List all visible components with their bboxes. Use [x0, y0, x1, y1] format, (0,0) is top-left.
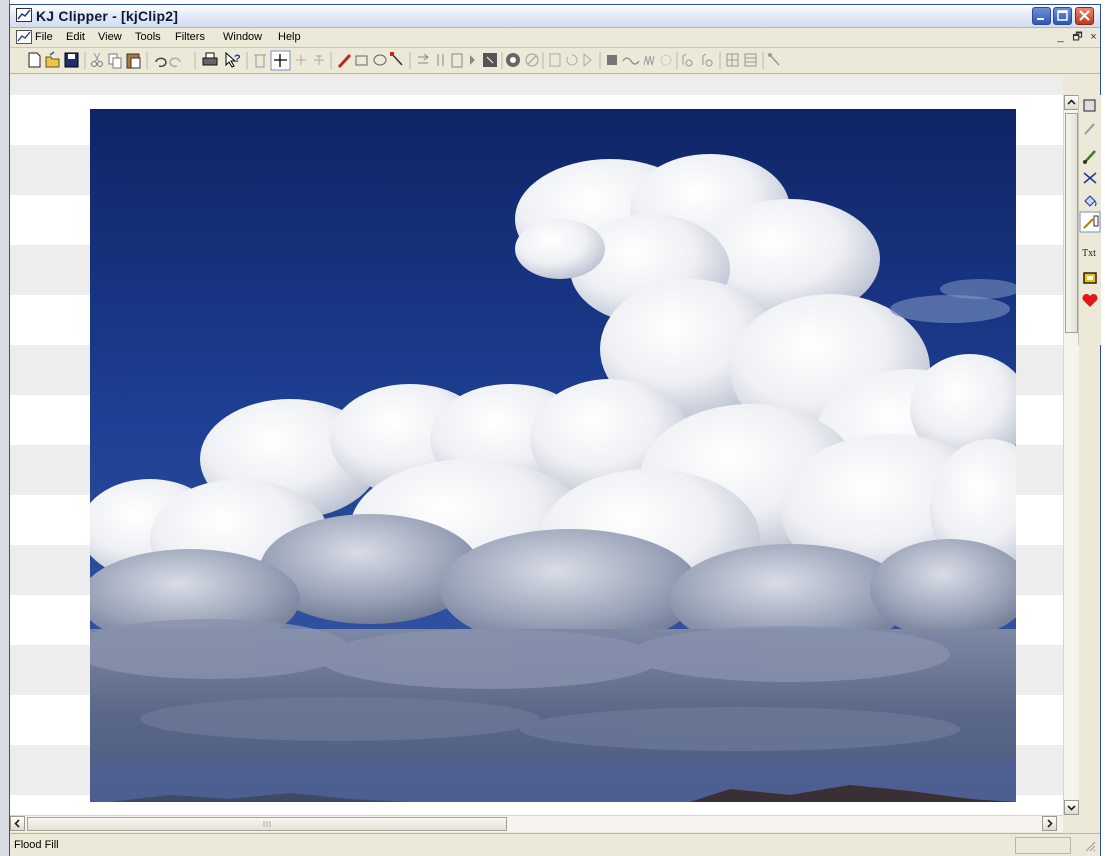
move-icon[interactable]	[270, 50, 291, 71]
cloud-photo[interactable]	[90, 109, 1016, 802]
svg-text:?: ?	[234, 53, 241, 65]
redo-icon[interactable]	[169, 57, 181, 68]
text-tool-label: Txt	[1082, 248, 1096, 259]
minimize-button[interactable]	[1032, 7, 1051, 25]
scroll-left-button[interactable]	[10, 816, 25, 831]
grid-icon[interactable]	[726, 53, 739, 67]
toolbar: ?	[10, 48, 1100, 74]
menu-file[interactable]: File	[35, 31, 53, 43]
open-icon[interactable]	[45, 51, 60, 68]
pencil-icon[interactable]	[337, 53, 352, 69]
crop-icon[interactable]	[483, 53, 497, 67]
align-icon[interactable]	[296, 55, 306, 65]
align-center-icon[interactable]	[314, 55, 324, 65]
save-icon[interactable]	[64, 52, 79, 68]
tool-palette: Txt	[1078, 95, 1101, 345]
menu-help[interactable]: Help	[278, 31, 301, 43]
flood-fill-icon[interactable]	[1079, 189, 1101, 211]
wave-icon[interactable]	[622, 57, 640, 65]
cut-icon[interactable]	[91, 52, 103, 67]
toolbar-icons: ?	[28, 50, 780, 71]
chevron-left-icon	[14, 819, 20, 828]
child-close-button[interactable]: ×	[1088, 32, 1099, 43]
vertical-scroll-thumb[interactable]	[1065, 113, 1078, 333]
child-restore-button[interactable]: 🗗	[1072, 32, 1083, 43]
menu-filters[interactable]: Filters	[175, 31, 205, 43]
menu-bar: File Edit View Tools Filters Window Help…	[10, 28, 1100, 48]
horizontal-scroll-thumb[interactable]	[27, 817, 507, 831]
page-icon[interactable]	[451, 53, 463, 68]
heart-icon[interactable]	[1079, 289, 1101, 311]
vertical-scrollbar[interactable]	[1063, 95, 1079, 815]
blur-icon[interactable]	[660, 54, 672, 66]
flip-horizontal-icon[interactable]	[418, 53, 429, 64]
horizontal-scrollbar[interactable]	[10, 815, 1063, 832]
close-icon	[1079, 10, 1090, 21]
text-icon[interactable]: Txt	[1079, 241, 1101, 263]
rectangle-icon[interactable]	[355, 55, 368, 66]
undo-icon[interactable]	[155, 57, 167, 68]
copy-icon[interactable]	[108, 53, 122, 69]
help-cursor-icon[interactable]: ?	[225, 51, 241, 68]
chevron-down-icon	[1067, 805, 1076, 811]
delete-icon[interactable]	[254, 54, 266, 68]
no-icon[interactable]	[525, 53, 539, 67]
new-icon[interactable]	[28, 52, 41, 68]
title-bar[interactable]: KJ Clipper - [kjClip2]	[10, 5, 1100, 28]
child-minimize-button[interactable]: _	[1055, 32, 1066, 43]
magic-icon[interactable]	[768, 53, 780, 66]
scissors-icon[interactable]	[1079, 167, 1101, 189]
paste-icon[interactable]	[126, 53, 141, 69]
status-bar: Flood Fill	[10, 833, 1100, 856]
scroll-up-button[interactable]	[1064, 95, 1079, 110]
status-panel	[1015, 837, 1071, 854]
grip-icon	[263, 821, 271, 827]
line-icon[interactable]	[390, 52, 403, 66]
maximize-icon	[1057, 10, 1068, 21]
grid2-icon[interactable]	[744, 53, 757, 67]
resize-grip-icon[interactable]	[1084, 840, 1096, 852]
frame-tool-icon[interactable]	[1079, 267, 1101, 289]
menu-tools[interactable]: Tools	[135, 31, 161, 43]
canvas-area[interactable]	[10, 75, 1063, 815]
print-icon[interactable]	[202, 52, 218, 66]
fill-square-icon[interactable]	[607, 55, 617, 65]
flip-vertical-icon[interactable]	[437, 54, 444, 66]
minimize-icon	[1037, 18, 1044, 20]
brush-icon[interactable]	[1079, 145, 1101, 167]
menu-window[interactable]: Window	[223, 31, 262, 43]
rotate-icon[interactable]	[566, 54, 578, 66]
frame-icon[interactable]	[549, 53, 561, 67]
scroll-right-button[interactable]	[1042, 816, 1057, 831]
circle-icon[interactable]	[506, 53, 520, 67]
app-chart-icon	[16, 8, 32, 22]
sharpen-icon[interactable]	[682, 53, 693, 67]
menu-edit[interactable]: Edit	[66, 31, 85, 43]
ellipse-icon[interactable]	[373, 54, 387, 66]
noise-icon[interactable]	[643, 55, 655, 66]
chevron-up-icon	[1067, 99, 1076, 105]
menu-view[interactable]: View	[98, 31, 122, 43]
scroll-down-button[interactable]	[1064, 800, 1079, 815]
close-button[interactable]	[1075, 7, 1094, 25]
select-icon[interactable]	[1079, 95, 1101, 117]
draw-icon[interactable]	[1079, 211, 1101, 233]
app-window: KJ Clipper - [kjClip2] File Edit View To…	[9, 4, 1101, 856]
chevron-right-icon	[1047, 819, 1053, 828]
forward-icon[interactable]	[583, 52, 592, 68]
eyedropper-icon[interactable]	[1079, 117, 1101, 139]
window-title: KJ Clipper - [kjClip2]	[36, 8, 179, 24]
arrow-icon[interactable]	[470, 55, 475, 65]
status-text: Flood Fill	[14, 839, 59, 851]
maximize-button[interactable]	[1053, 7, 1072, 25]
contrast-icon[interactable]	[702, 53, 713, 67]
document-chart-icon[interactable]	[16, 30, 32, 44]
